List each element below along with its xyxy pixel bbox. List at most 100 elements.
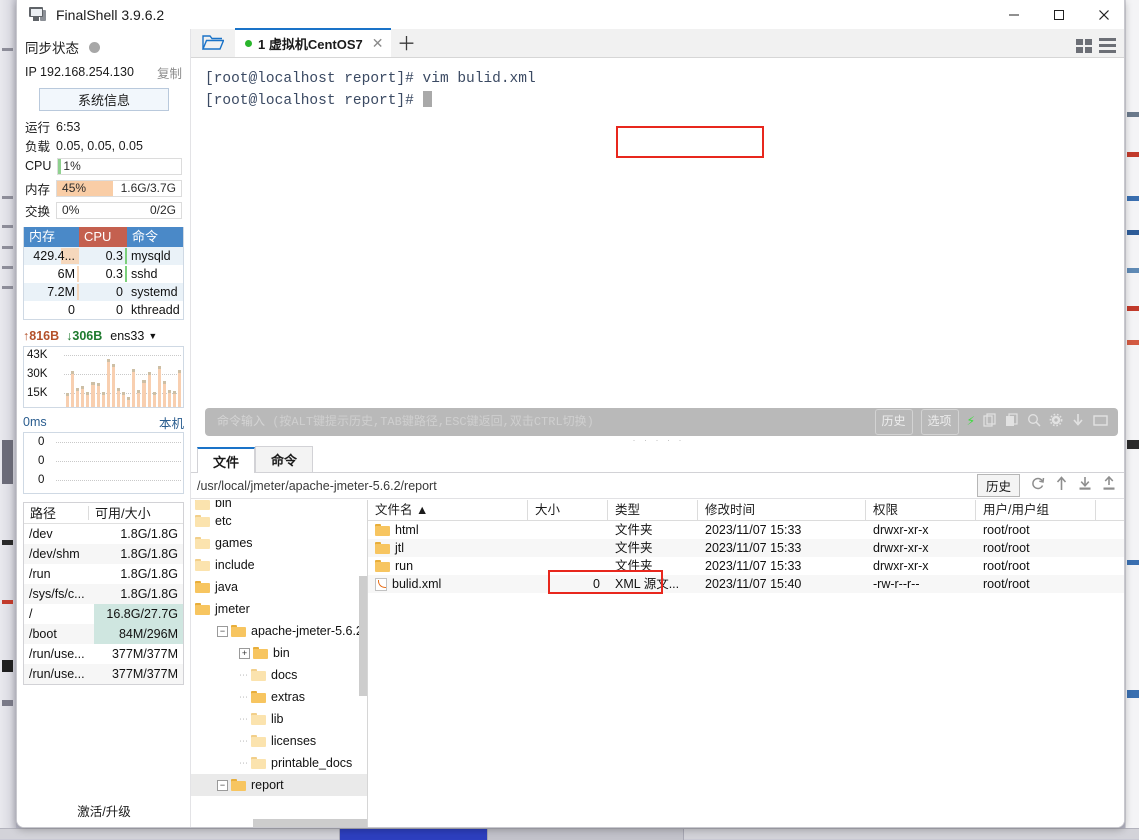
command-options-button[interactable]: 选项 <box>921 409 959 435</box>
ping-value: 0ms <box>23 415 47 429</box>
new-tab-button[interactable]: ＋ <box>391 28 421 57</box>
tree-horizontal-scrollbar[interactable] <box>253 819 368 828</box>
tree-node[interactable]: jmeter <box>191 598 367 620</box>
bolt-icon[interactable]: ⚡ <box>967 415 975 429</box>
table-row[interactable]: /boot84M/296M <box>24 624 183 644</box>
table-row[interactable]: /dev/shm1.8G/1.8G <box>24 544 183 564</box>
file-name-label: html <box>395 521 419 539</box>
tree-node-label: bin <box>273 646 290 660</box>
tree-node[interactable]: −apache-jmeter-5.6.2 <box>191 620 367 642</box>
file-col-perm[interactable]: 权限 <box>866 500 976 520</box>
network-traffic-chart: 43K 30K 15K <box>23 346 184 408</box>
command-history-button[interactable]: 历史 <box>875 409 913 435</box>
table-row[interactable]: bulid.xml0XML 源文...2023/11/07 15:40-rw-r… <box>368 575 1125 593</box>
copy-ip-button[interactable]: 复制 <box>157 63 182 82</box>
tree-node[interactable]: etc <box>191 510 367 532</box>
path-history-button[interactable]: 历史 <box>977 474 1020 497</box>
gear-icon[interactable] <box>1049 413 1063 431</box>
minimize-button[interactable] <box>991 0 1036 29</box>
file-col-type[interactable]: 类型 <box>608 500 698 520</box>
ping-host-label: 本机 <box>159 413 184 432</box>
download-icon[interactable] <box>1078 476 1092 496</box>
table-row[interactable]: /16.8G/27.7G <box>24 604 183 624</box>
parent-dir-icon[interactable] <box>1055 476 1068 496</box>
tree-node-label: docs <box>271 668 297 682</box>
paste-icon[interactable] <box>1005 413 1019 431</box>
net-bar <box>117 388 120 407</box>
command-input-bar[interactable]: 命令输入 (按ALT键提示历史,TAB键路径,ESC键返回,双击CTRL切换) … <box>205 408 1118 436</box>
close-button[interactable] <box>1081 0 1125 29</box>
grid-view-icon[interactable] <box>1076 39 1092 53</box>
tree-line-icon: ⋯ <box>239 670 249 681</box>
panel-splitter[interactable]: · · · · · <box>191 436 1125 445</box>
system-info-button[interactable]: 系统信息 <box>39 88 169 111</box>
process-col-command[interactable]: 命令 <box>127 227 183 247</box>
table-row[interactable]: run文件夹2023/11/07 15:33drwxr-xr-xroot/roo… <box>368 557 1125 575</box>
current-path[interactable]: /usr/local/jmeter/apache-jmeter-5.6.2/re… <box>197 479 437 493</box>
process-col-memory[interactable]: 内存 <box>24 227 79 247</box>
table-row[interactable]: html文件夹2023/11/07 15:33drwxr-xr-xroot/ro… <box>368 521 1125 539</box>
list-view-icon[interactable] <box>1099 38 1116 53</box>
tree-vertical-scrollbar[interactable] <box>359 576 367 696</box>
table-row[interactable]: jtl文件夹2023/11/07 15:33drwxr-xr-xroot/roo… <box>368 539 1125 557</box>
path-bar: /usr/local/jmeter/apache-jmeter-5.6.2/re… <box>191 473 1125 499</box>
refresh-icon[interactable] <box>1030 476 1045 496</box>
terminal-output[interactable]: [root@localhost report]# vim bulid.xml [… <box>191 58 1125 436</box>
process-col-cpu[interactable]: CPU <box>79 227 127 247</box>
upload-rate: 816B <box>29 329 59 343</box>
table-row[interactable]: /sys/fs/c...1.8G/1.8G <box>24 584 183 604</box>
window-icon[interactable] <box>1093 414 1108 431</box>
terminal-tab[interactable]: 1 虚拟机CentOS7 ✕ <box>235 28 391 57</box>
download-icon[interactable] <box>1071 413 1085 431</box>
tree-node[interactable]: include <box>191 554 367 576</box>
search-icon[interactable] <box>1027 413 1041 431</box>
table-row[interactable]: /dev1.8G/1.8G <box>24 524 183 544</box>
file-list[interactable]: 文件名 ▲大小类型修改时间权限用户/用户组 html文件夹2023/11/07 … <box>368 500 1125 828</box>
copy-icon[interactable] <box>983 413 997 431</box>
table-row[interactable]: /run/use...377M/377M <box>24 664 183 684</box>
chevron-down-icon[interactable]: ▼ <box>148 331 157 341</box>
file-col-size[interactable]: 大小 <box>528 500 608 520</box>
collapse-icon[interactable]: − <box>217 626 228 637</box>
tree-node[interactable]: ⋯printable_docs <box>191 752 367 774</box>
finalshell-window: FinalShell 3.9.6.2 同步状态 IP 192.168. <box>16 0 1125 828</box>
upload-icon[interactable] <box>1102 476 1116 496</box>
tree-node[interactable]: −report <box>191 774 367 796</box>
tab-commands[interactable]: 命令 <box>255 446 313 472</box>
close-tab-icon[interactable]: ✕ <box>372 35 384 52</box>
title-bar: FinalShell 3.9.6.2 <box>17 0 1125 29</box>
tree-node[interactable]: + bin <box>191 642 367 664</box>
collapse-icon[interactable]: − <box>217 780 228 791</box>
maximize-button[interactable] <box>1036 0 1081 29</box>
table-row[interactable]: /run/use...377M/377M <box>24 644 183 664</box>
network-interface-selector[interactable]: ens33 <box>110 329 144 343</box>
disk-col-path[interactable]: 路径 <box>24 503 88 523</box>
tree-node[interactable]: ⋯lib <box>191 708 367 730</box>
tree-node[interactable]: bin <box>191 500 367 510</box>
sync-status-label: 同步状态 <box>25 37 79 57</box>
net-y-label-bottom: 15K <box>27 387 47 399</box>
activate-upgrade-link[interactable]: 激活/升级 <box>17 801 191 820</box>
table-row[interactable]: 6M 0.3 sshd <box>24 265 183 283</box>
table-row[interactable]: 0 0 kthreadd <box>24 301 183 319</box>
table-row[interactable]: 7.2M 0 systemd <box>24 283 183 301</box>
directory-tree[interactable]: binetcgamesincludejavajmeter−apache-jmet… <box>191 500 368 828</box>
tree-node[interactable]: java <box>191 576 367 598</box>
folder-icon <box>195 500 210 510</box>
net-bar <box>148 372 151 407</box>
tree-node[interactable]: games <box>191 532 367 554</box>
folder-icon <box>195 515 210 527</box>
tab-files[interactable]: 文件 <box>197 447 255 473</box>
file-col-mtime[interactable]: 修改时间 <box>698 500 866 520</box>
file-col-name[interactable]: 文件名 ▲ <box>368 500 528 520</box>
table-row[interactable]: /run1.8G/1.8G <box>24 564 183 584</box>
tree-node[interactable]: ⋯extras <box>191 686 367 708</box>
table-row[interactable]: 429.4... 0.3 mysqld <box>24 247 183 265</box>
expand-icon[interactable]: + <box>239 648 250 659</box>
tree-node[interactable]: ⋯licenses <box>191 730 367 752</box>
file-col-owner[interactable]: 用户/用户组 <box>976 500 1096 520</box>
terminal-line: [root@localhost report]# <box>205 90 1125 112</box>
open-folder-icon[interactable] <box>191 28 235 57</box>
tree-node[interactable]: ⋯ docs <box>191 664 367 686</box>
disk-col-size[interactable]: 可用/大小 <box>89 503 183 523</box>
